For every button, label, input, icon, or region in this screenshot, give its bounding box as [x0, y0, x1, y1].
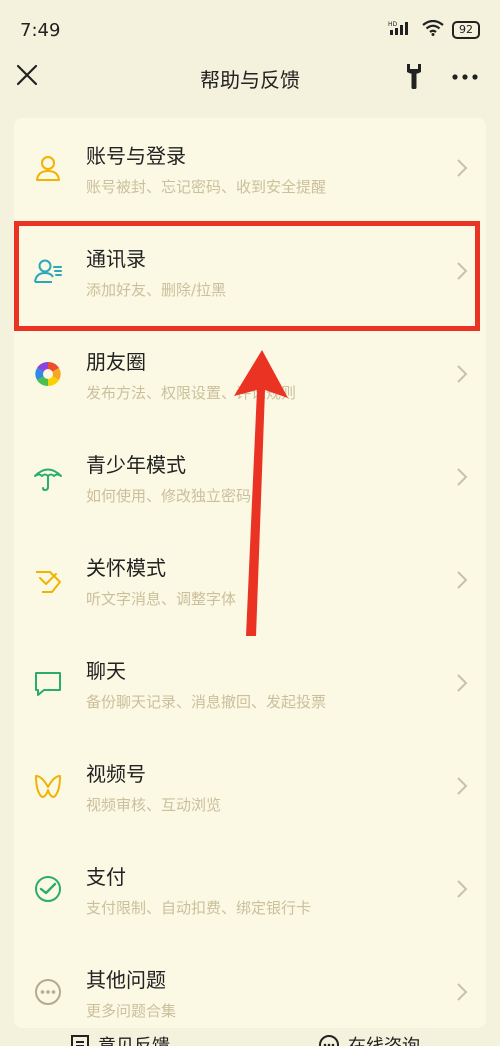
- feedback-label: 意见反馈: [98, 1032, 170, 1046]
- list-item-moments[interactable]: 朋友圈 发布方法、权限设置、评论规则: [14, 324, 486, 426]
- list-item-teen-mode[interactable]: 青少年模式 如何使用、修改独立密码: [14, 427, 486, 529]
- signal-label: HD: [388, 21, 398, 28]
- list-item-care-mode[interactable]: 关怀模式 听文字消息、调整字体: [14, 530, 486, 632]
- status-icons: HD 92: [388, 19, 480, 40]
- user-icon: [36, 156, 60, 181]
- battery-indicator: 92: [452, 21, 480, 39]
- highlight-box: [14, 221, 480, 331]
- consult-chat-icon: [319, 1035, 339, 1046]
- list-item-account-login[interactable]: 账号与登录 账号被封、忘记密码、收到安全提醒: [14, 118, 486, 220]
- umbrella-icon: [34, 468, 62, 492]
- item-subtitle: 如何使用、修改独立密码: [86, 487, 252, 505]
- chevron-right-icon: [457, 571, 468, 589]
- item-subtitle: 听文字消息、调整字体: [86, 590, 237, 608]
- chevron-right-icon: [457, 983, 468, 1001]
- payment-icon: [35, 876, 61, 902]
- more-circle-icon: [35, 979, 61, 1005]
- chevron-right-icon: [457, 674, 468, 692]
- consult-label: 在线咨询: [348, 1032, 420, 1046]
- item-title: 朋友圈: [86, 350, 146, 374]
- chevron-right-icon: [457, 365, 468, 383]
- wrench-icon[interactable]: [402, 62, 426, 90]
- item-subtitle: 账号被封、忘记密码、收到安全提醒: [86, 178, 327, 196]
- more-options-icon[interactable]: [452, 72, 478, 82]
- item-subtitle: 发布方法、权限设置、评论规则: [86, 384, 297, 402]
- chevron-right-icon: [457, 777, 468, 795]
- chevron-right-icon: [457, 159, 468, 177]
- status-time: 7:49: [20, 20, 61, 41]
- item-title: 青少年模式: [86, 453, 186, 477]
- chat-icon: [35, 672, 61, 696]
- feedback-button[interactable]: 意见反馈: [70, 1032, 170, 1046]
- moments-icon: [35, 361, 61, 387]
- bottom-action-bar: 意见反馈 在线咨询: [0, 1020, 500, 1046]
- chevron-right-icon: [457, 880, 468, 898]
- navigation-bar: 帮助与反馈: [0, 48, 500, 106]
- item-subtitle: 支付限制、自动扣费、绑定银行卡: [86, 899, 312, 917]
- item-title: 其他问题: [86, 968, 166, 992]
- list-item-payment[interactable]: 支付 支付限制、自动扣费、绑定银行卡: [14, 839, 486, 941]
- chevron-right-icon: [457, 468, 468, 486]
- feedback-icon: [71, 1035, 89, 1046]
- item-title: 聊天: [86, 659, 126, 683]
- wifi-icon: [422, 19, 444, 40]
- channels-icon: [35, 775, 61, 798]
- item-title: 视频号: [86, 762, 146, 786]
- list-item-channels[interactable]: 视频号 视频审核、互动浏览: [14, 736, 486, 838]
- item-title: 账号与登录: [86, 144, 186, 168]
- item-subtitle: 备份聊天记录、消息撤回、发起投票: [86, 693, 327, 711]
- signal-icon: HD: [388, 20, 414, 40]
- list-item-chat[interactable]: 聊天 备份聊天记录、消息撤回、发起投票: [14, 633, 486, 735]
- care-mode-icon: [36, 571, 61, 593]
- online-consult-button[interactable]: 在线咨询: [318, 1032, 420, 1046]
- item-title: 关怀模式: [86, 556, 166, 580]
- item-subtitle: 视频审核、互动浏览: [86, 796, 222, 814]
- item-title: 支付: [86, 865, 126, 889]
- item-subtitle: 更多问题合集: [86, 1002, 177, 1020]
